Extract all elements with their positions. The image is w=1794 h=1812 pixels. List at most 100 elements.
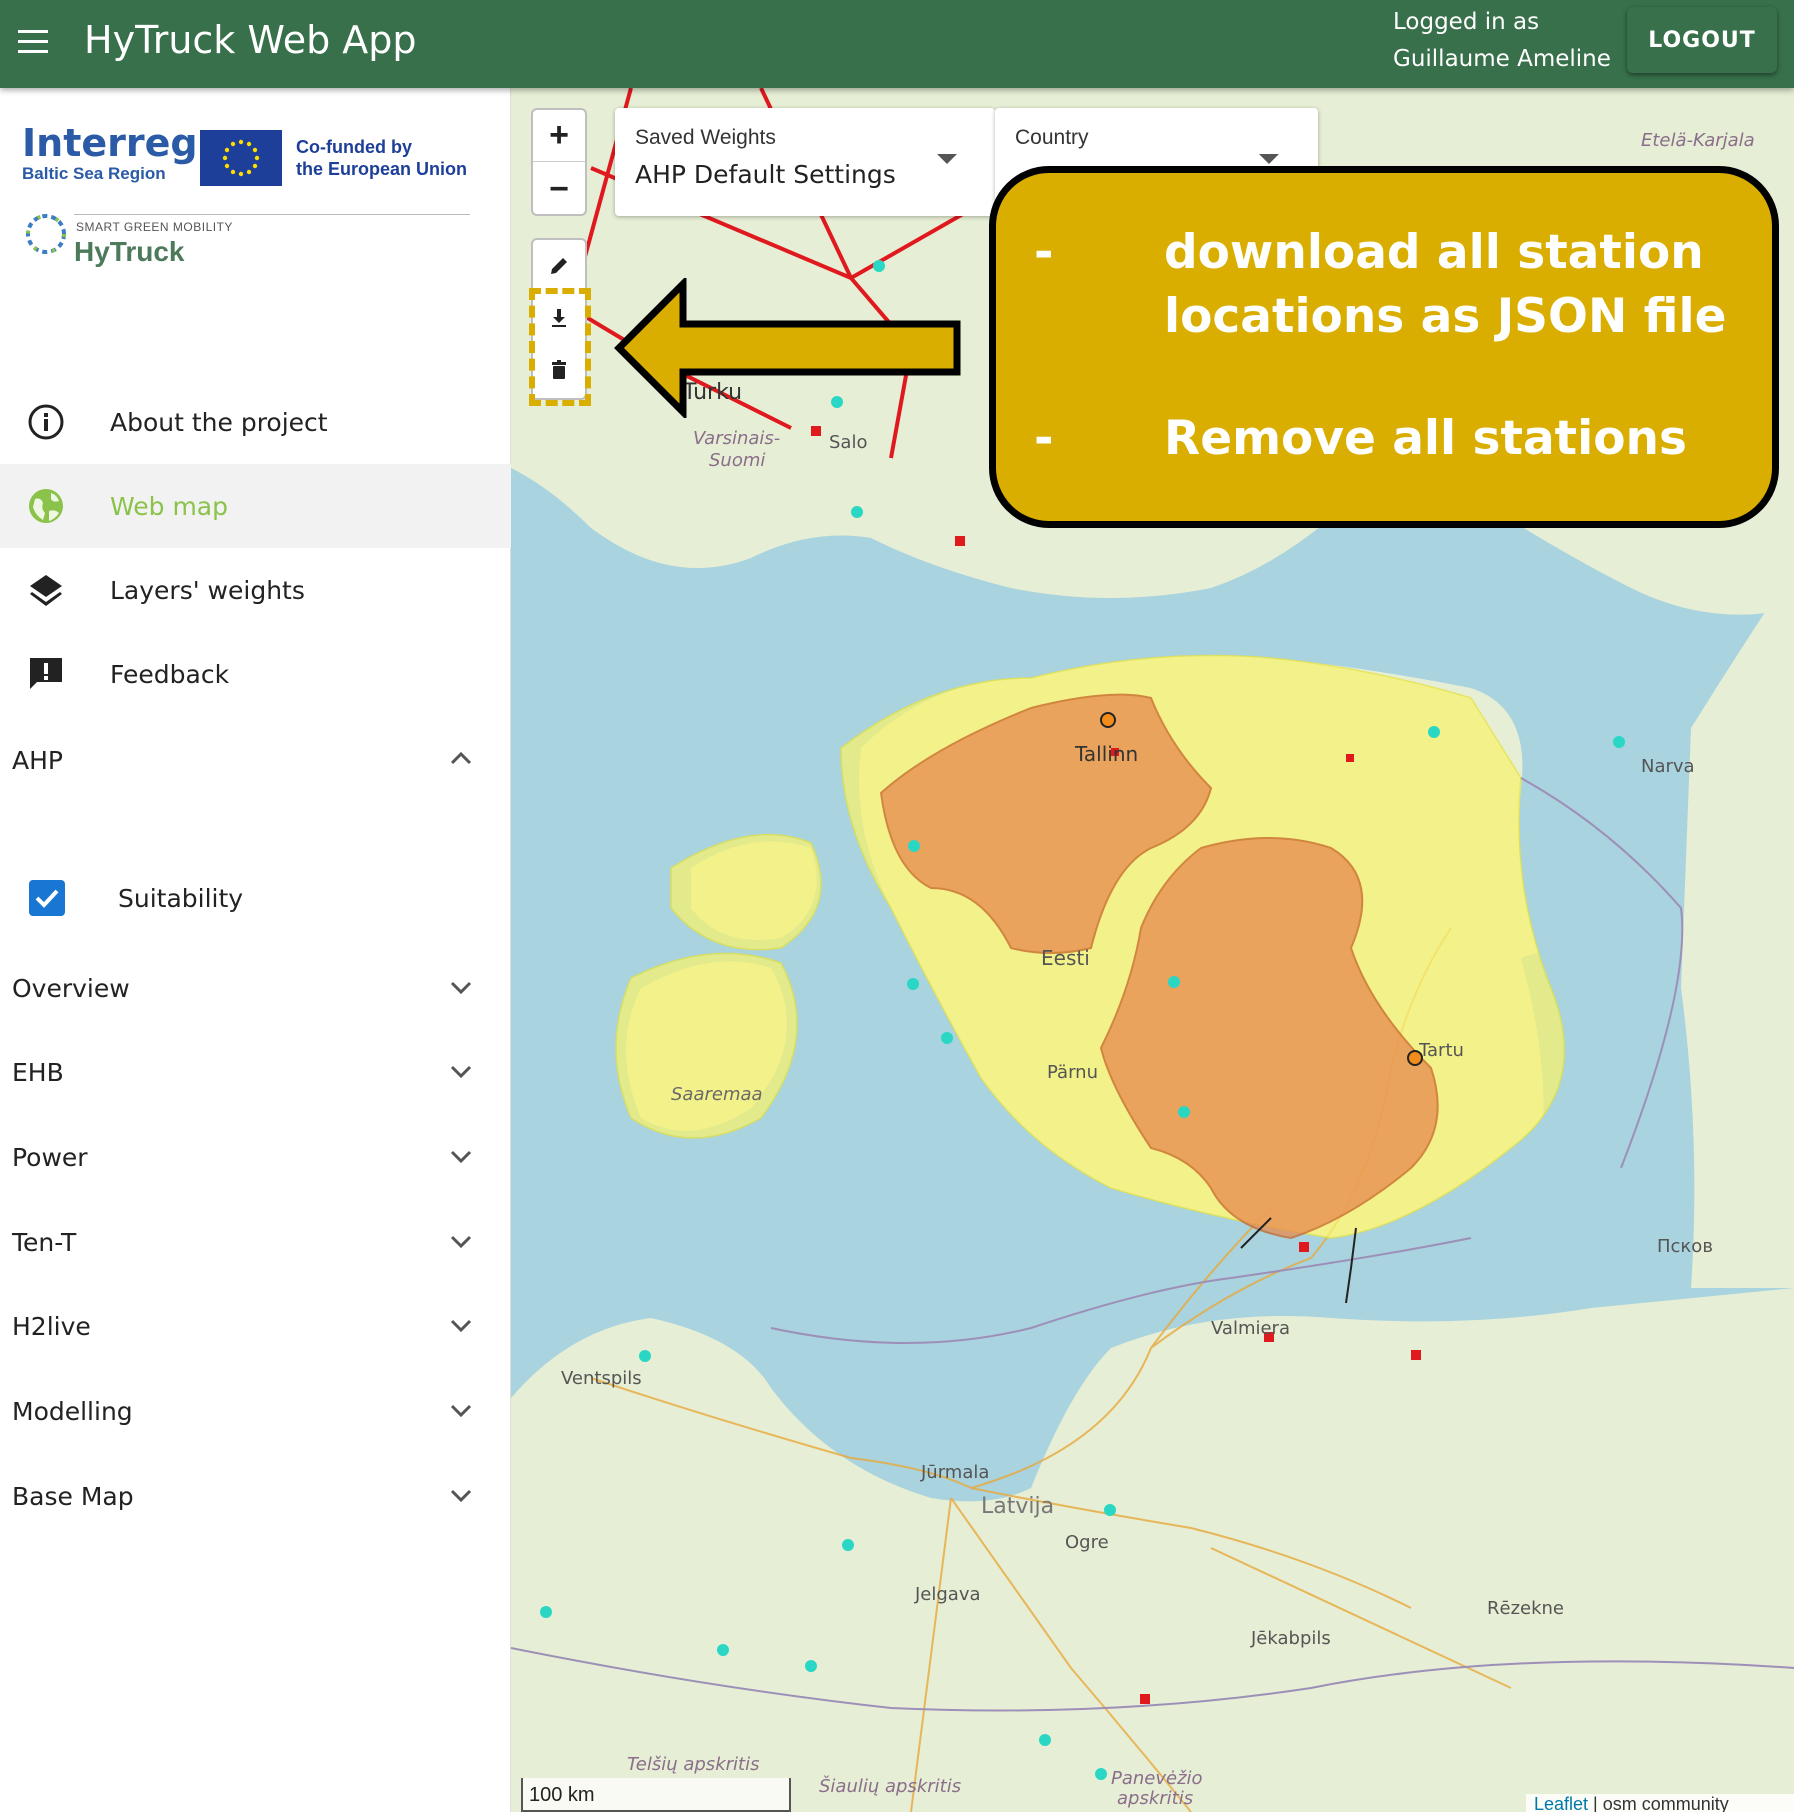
eu-cofunded-text: Co-funded by the European Union	[296, 137, 467, 179]
feedback-icon	[26, 654, 66, 694]
menu-icon[interactable]	[14, 22, 54, 62]
nav-item-web-map[interactable]: Web map	[0, 464, 511, 548]
arrow-left-icon	[614, 278, 961, 418]
chevron-up-icon	[450, 751, 472, 765]
place-label: Rēzekne	[1487, 1598, 1565, 1619]
globe-icon	[26, 486, 66, 526]
place-label: Salo	[829, 432, 868, 453]
callout-text-download: download all station locations as JSON f…	[1164, 225, 1727, 344]
saved-weights-select[interactable]: Saved Weights AHP Default Settings	[615, 108, 995, 216]
section-label-h2live: H2live	[12, 1312, 91, 1341]
section-ehb[interactable]: EHB	[0, 1032, 511, 1112]
place-label: Tartu	[1419, 1040, 1464, 1061]
section-h2live[interactable]: H2live	[0, 1286, 511, 1366]
zoom-control: + −	[531, 108, 587, 216]
suitability-checkbox[interactable]	[29, 880, 65, 916]
place-label: Telšių apskritis	[627, 1754, 760, 1775]
app-title: HyTruck Web App	[84, 18, 417, 62]
section-label-ahp: AHP	[12, 746, 63, 775]
nav-label-web-map: Web map	[110, 491, 228, 521]
logout-button[interactable]: LOGOUT	[1627, 7, 1777, 73]
scale-bar: 100 km	[521, 1778, 791, 1812]
place-label: Ogre	[1065, 1532, 1109, 1553]
place-label: Narva	[1641, 756, 1695, 777]
pencil-icon[interactable]	[533, 240, 585, 292]
place-label: Jūrmala	[921, 1462, 990, 1483]
place-label: Šiaulių apskritis	[819, 1776, 962, 1797]
place-label: Ventspils	[561, 1368, 642, 1389]
section-base-map[interactable]: Base Map	[0, 1456, 511, 1536]
place-label: Varsinais-	[693, 428, 781, 449]
section-overview[interactable]: Overview	[0, 948, 511, 1028]
zoom-in-button[interactable]: +	[533, 110, 585, 162]
map-attribution: Leaflet | osm community	[1526, 1794, 1794, 1812]
interreg-logo: Interreg Baltic Sea Region	[22, 121, 198, 183]
toolbar-highlight	[529, 288, 591, 406]
chevron-down-icon	[450, 981, 472, 995]
nav-label-layers-weights: Layers' weights	[110, 575, 305, 605]
chevron-down-icon	[450, 1065, 472, 1079]
info-icon	[26, 402, 66, 442]
section-label-base-map: Base Map	[12, 1482, 134, 1511]
user-name: Guillaume Ameline	[1393, 46, 1611, 72]
hytruck-logo-text: HyTruck	[74, 236, 185, 267]
place-label: Latvija	[981, 1494, 1055, 1519]
nav-item-about[interactable]: About the project	[0, 380, 511, 464]
chevron-down-icon	[450, 1319, 472, 1333]
nav-label-about: About the project	[110, 407, 328, 437]
attribution-text: | osm community	[1588, 1794, 1729, 1812]
chevron-down-icon	[450, 1235, 472, 1249]
web-map[interactable]: Turku Salo Varsinais- Suomi Etelä-Karjal…	[511, 88, 1794, 1812]
section-ahp[interactable]: AHP	[0, 720, 511, 800]
section-label-ehb: EHB	[12, 1058, 64, 1087]
hytruck-logo-icon	[22, 210, 70, 263]
section-label-ten-t: Ten-T	[12, 1228, 77, 1257]
sidebar: Interreg Baltic Sea Region Co-funded by …	[0, 88, 511, 1812]
leaflet-link[interactable]: Leaflet	[1534, 1794, 1588, 1812]
place-label: Pärnu	[1047, 1062, 1098, 1083]
login-info: Logged in as Guillaume Ameline	[1393, 4, 1611, 78]
logo-divider	[74, 214, 470, 215]
place-label: Suomi	[709, 450, 766, 471]
section-label-overview: Overview	[12, 974, 130, 1003]
callout-dash: -	[1034, 225, 1054, 280]
suitability-row: Suitability	[0, 858, 511, 938]
annotation-callout: - download all station locations as JSON…	[989, 166, 1779, 528]
section-modelling[interactable]: Modelling	[0, 1371, 511, 1451]
place-label: Eesti	[1041, 946, 1090, 970]
layers-icon	[26, 570, 66, 610]
saved-weights-label: Saved Weights	[635, 126, 776, 149]
app-bar: HyTruck Web App Logged in as Guillaume A…	[0, 0, 1794, 88]
zoom-out-button[interactable]: −	[533, 163, 585, 215]
section-ten-t[interactable]: Ten-T	[0, 1202, 511, 1282]
place-label: Etelä-Karjala	[1641, 130, 1755, 151]
check-icon	[35, 889, 59, 908]
callout-text-remove: Remove all stations	[1164, 411, 1687, 466]
place-label: Tallinn	[1075, 742, 1139, 766]
section-label-modelling: Modelling	[12, 1397, 133, 1426]
saved-weights-value: AHP Default Settings	[635, 160, 896, 189]
nav-item-feedback[interactable]: Feedback	[0, 632, 511, 716]
dropdown-arrow-icon	[1259, 154, 1279, 164]
place-label: Saaremaa	[671, 1084, 763, 1105]
login-label: Logged in as	[1393, 9, 1540, 35]
section-label-power: Power	[12, 1143, 88, 1172]
nav-item-layers-weights[interactable]: Layers' weights	[0, 548, 511, 632]
place-label: apskritis	[1117, 1788, 1194, 1809]
callout-dash: -	[1034, 411, 1054, 466]
chevron-down-icon	[450, 1489, 472, 1503]
section-power[interactable]: Power	[0, 1117, 511, 1197]
logo-area: Interreg Baltic Sea Region Co-funded by …	[0, 88, 511, 288]
chevron-down-icon	[450, 1150, 472, 1164]
place-label: Valmiera	[1211, 1318, 1290, 1339]
dropdown-arrow-icon	[937, 154, 957, 164]
suitability-label: Suitability	[118, 884, 244, 913]
nav-label-feedback: Feedback	[110, 659, 230, 689]
sgm-text: SMART GREEN MOBILITY	[76, 220, 233, 234]
place-label: Jēkabpils	[1251, 1628, 1331, 1649]
place-label: Jelgava	[915, 1584, 981, 1605]
eu-flag-icon	[200, 130, 282, 186]
chevron-down-icon	[450, 1404, 472, 1418]
place-label: Panevėžio	[1111, 1768, 1203, 1789]
place-label: Псков	[1657, 1236, 1713, 1257]
